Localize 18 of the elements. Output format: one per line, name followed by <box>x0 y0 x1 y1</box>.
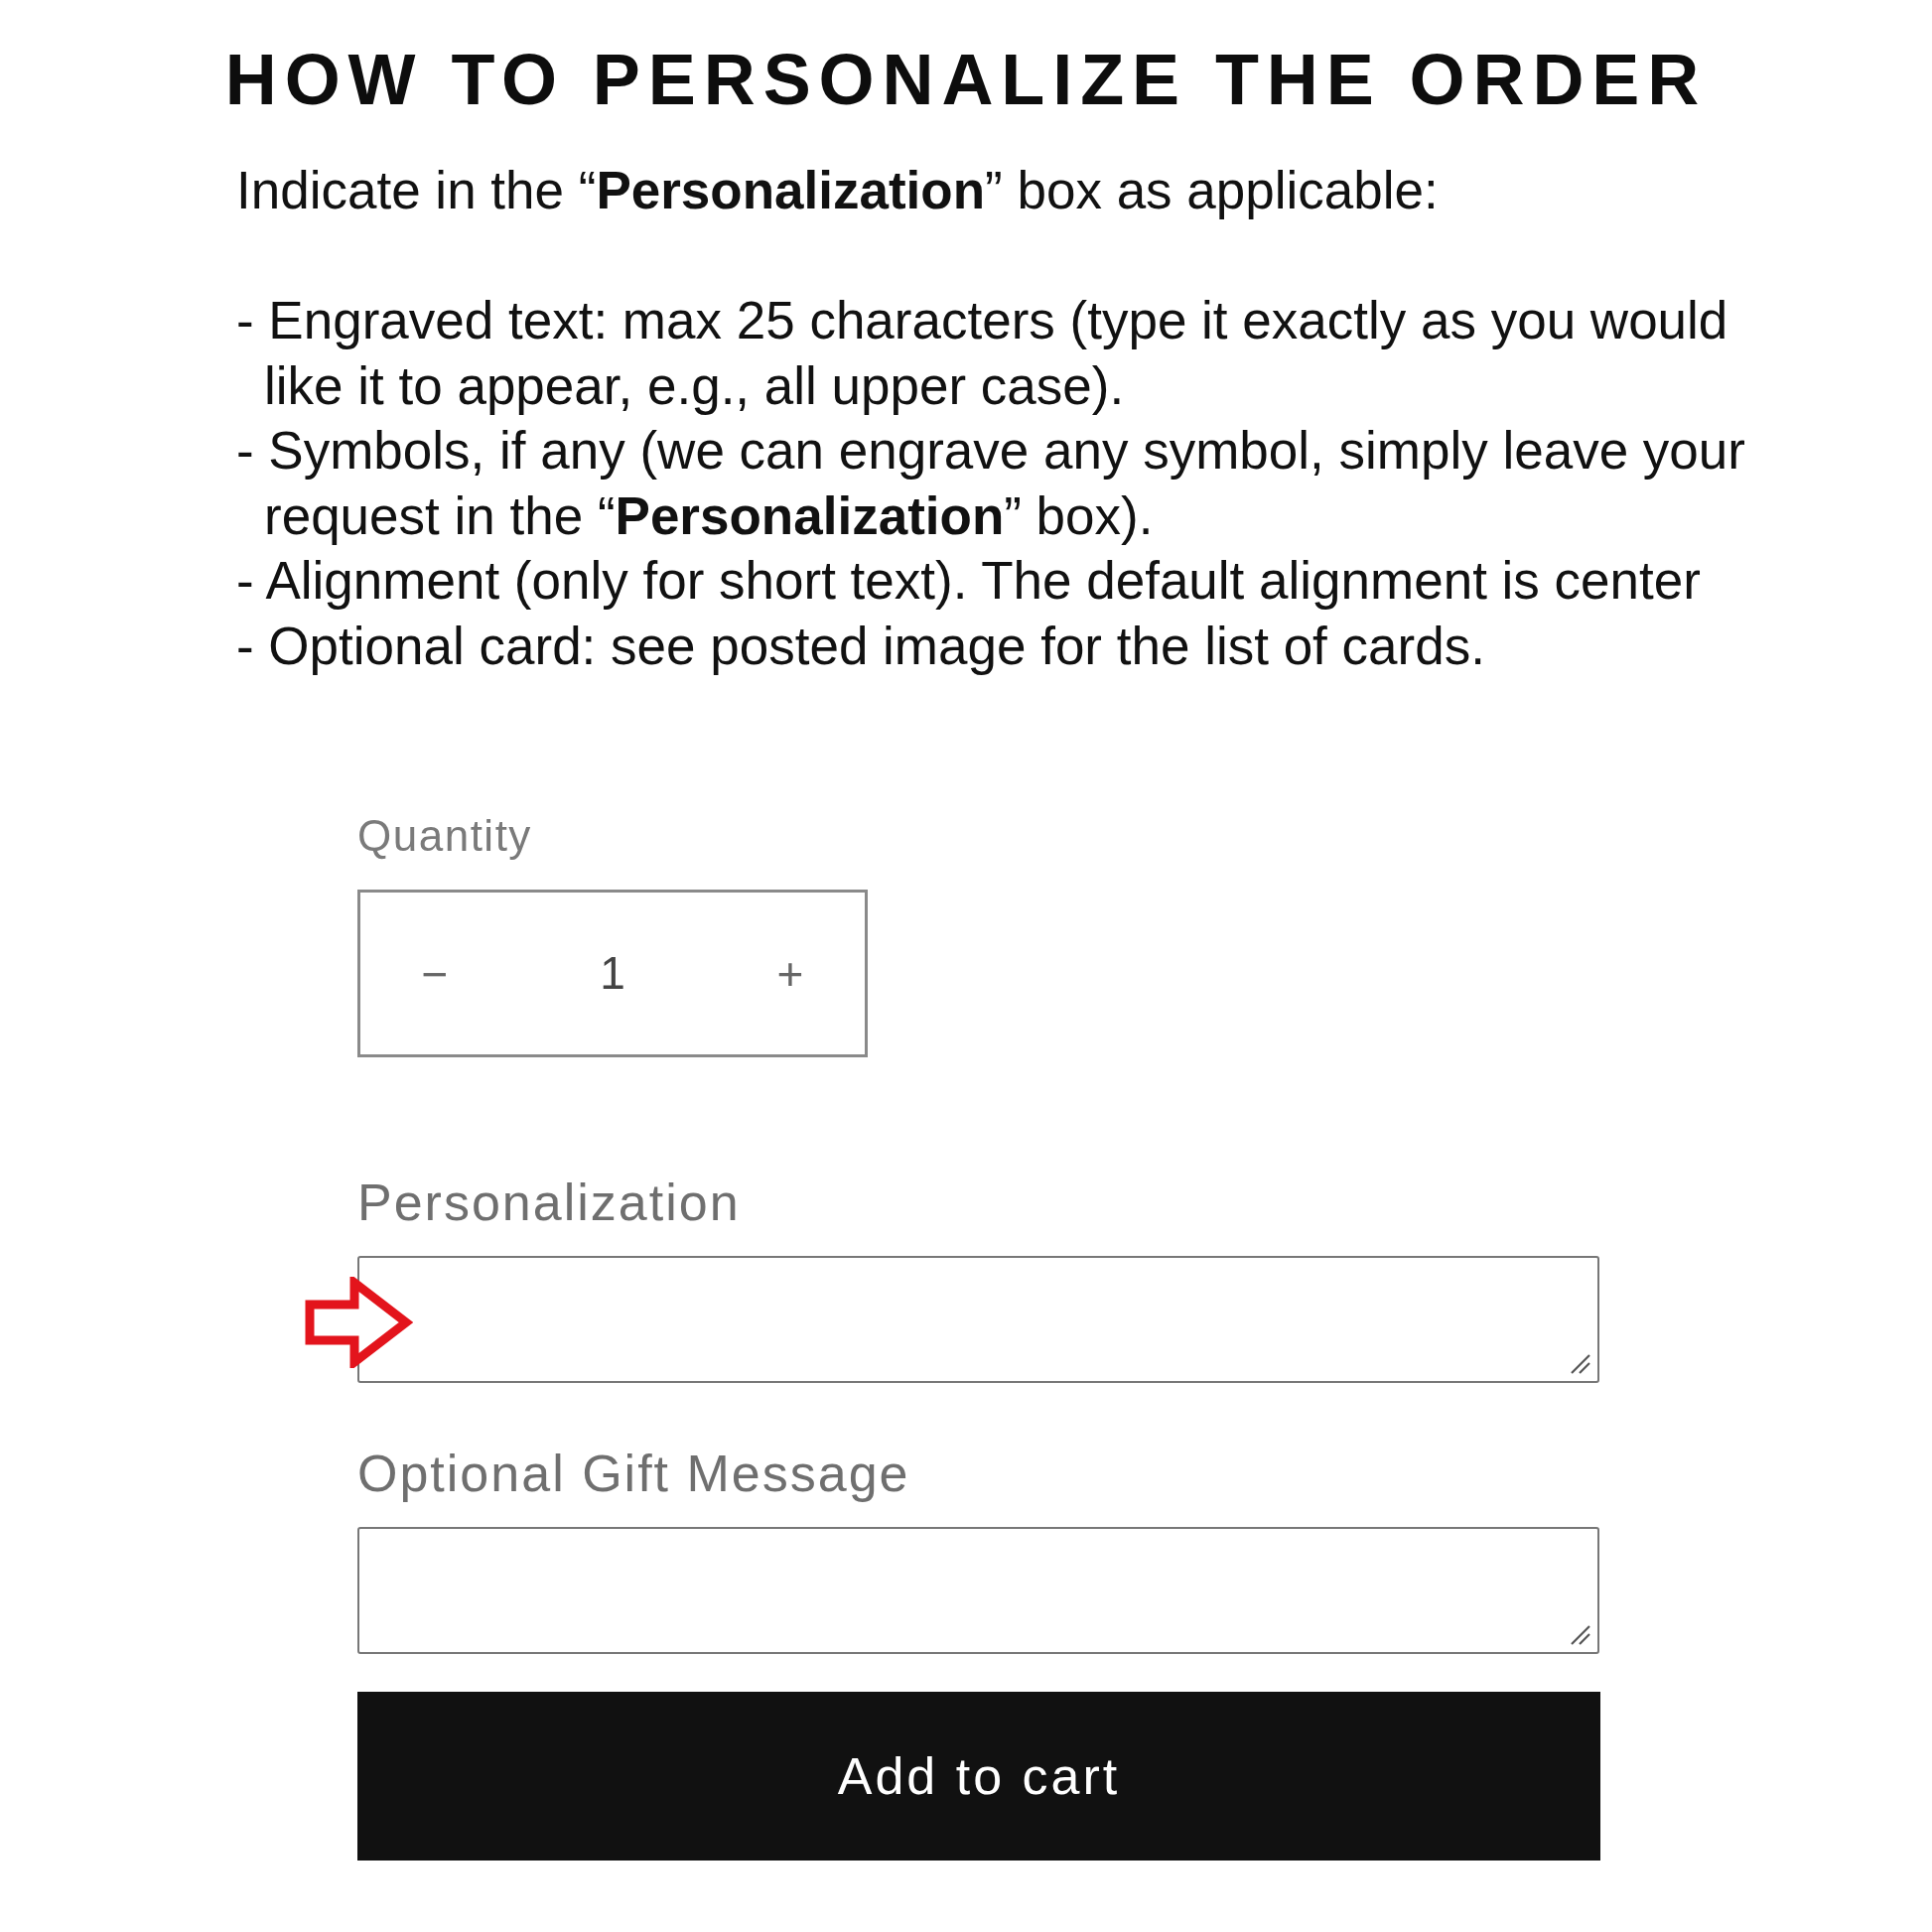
resize-grip-icon[interactable] <box>1571 1625 1590 1645</box>
instruction-text: - Alignment (only for short text). The default alignment is center <box>236 550 1702 612</box>
quantity-label: Quantity <box>357 810 532 862</box>
gift-message-field[interactable] <box>357 1527 1599 1654</box>
intro-text: Indicate in the “Personalization” box as applicable: <box>236 160 1439 221</box>
increment-button[interactable]: + <box>716 933 865 1014</box>
instruction-text: - Optional card: see posted image for the list of cards. <box>236 615 1486 677</box>
instruction-text: - Engraved text: max 25 characters (type it exactly as you would like it to appear, e.g., all upper case). <box>236 290 1729 417</box>
personalization-field[interactable] <box>357 1256 1599 1383</box>
instruction-text: - Symbols, if any (we can engrave any symbol, simply leave your request in the “Personalization” box). <box>236 420 1746 547</box>
field-label: Personalization <box>357 1173 741 1233</box>
resize-grip-icon[interactable] <box>1571 1354 1590 1374</box>
quantity-selector[interactable]: − 1 + <box>357 890 868 1057</box>
page-title: HOW TO PERSONALIZE THE ORDER <box>223 39 1709 115</box>
field-label: Optional Gift Message <box>357 1444 910 1504</box>
add-to-cart-button[interactable]: Add to cart <box>357 1692 1600 1861</box>
decrement-button[interactable]: − <box>360 933 509 1014</box>
quantity-input[interactable]: 1 <box>553 939 672 1008</box>
